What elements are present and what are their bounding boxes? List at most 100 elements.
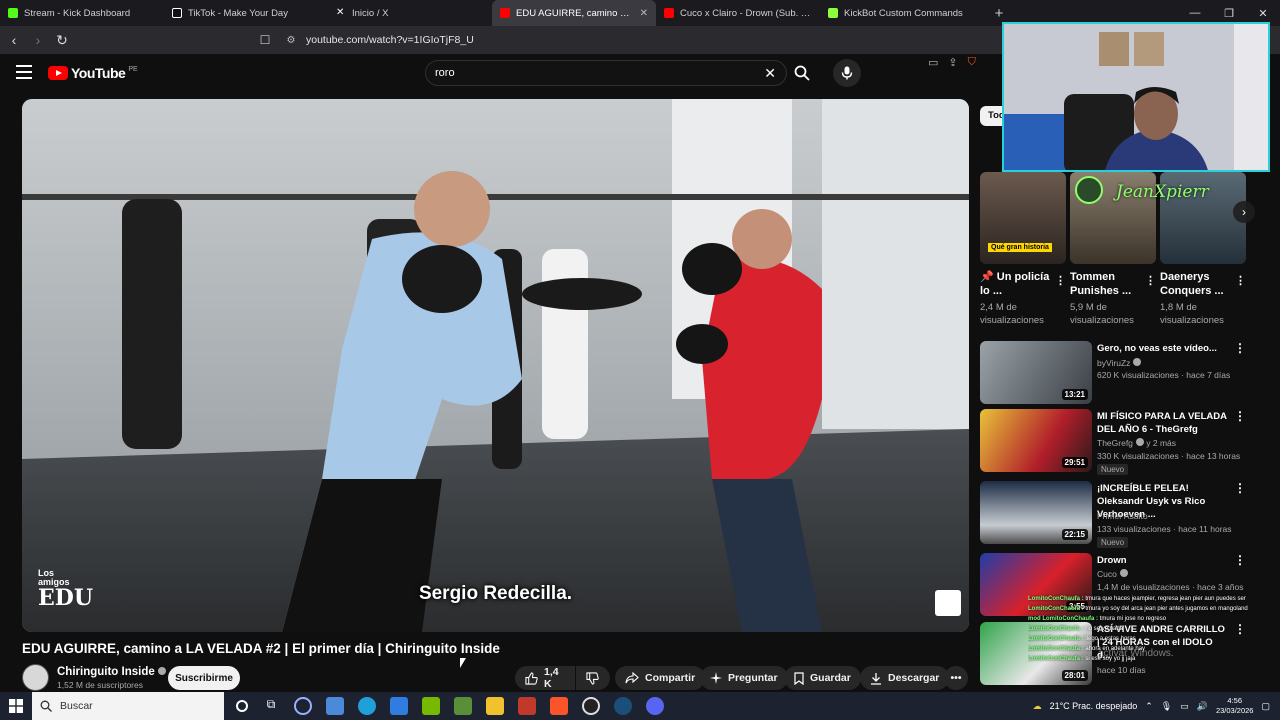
nvidia-icon[interactable]	[422, 697, 440, 715]
like-button[interactable]: 1,4 K	[515, 666, 575, 690]
recommended-video[interactable]: 13:21 Gero, no veas este vídeo... byViru…	[980, 341, 1250, 405]
url-text: youtube.com/watch?v=1IGIoTjF8_U	[306, 34, 474, 46]
tab-youtube-drown[interactable]: Cuco x Clairo - Drown (Sub. Español)	[656, 0, 820, 26]
obs-icon[interactable]	[582, 697, 600, 715]
store-icon[interactable]	[326, 697, 344, 715]
chat-text: llego a estas horas	[1085, 636, 1136, 642]
mouse-cursor-icon	[460, 658, 466, 668]
channel-name-text: Chiringuito Inside	[57, 666, 155, 678]
branding-logo[interactable]	[935, 590, 961, 616]
more-vertical-icon[interactable]: ⋮	[1234, 553, 1246, 567]
chevron-right-icon[interactable]: ›	[1233, 201, 1255, 223]
search-input[interactable]: roro ✕	[425, 60, 787, 86]
save-button[interactable]: Guardar	[784, 666, 861, 690]
windows-taskbar: Buscar ⧉ ☁ 21°C Prac. despejado ⌃ 🎙 ▭ 🔊 …	[0, 692, 1280, 720]
search-button[interactable]	[788, 60, 816, 86]
short-title: Daenerys Conquers ...	[1160, 271, 1224, 297]
network-icon[interactable]: ▭	[1180, 701, 1189, 712]
webcam-overlay	[1002, 22, 1270, 172]
chevron-up-icon[interactable]: ⌃	[1145, 701, 1153, 712]
short-views: 2,4 M de visualizaciones	[980, 302, 1044, 326]
clear-search-icon[interactable]: ✕	[764, 65, 776, 82]
verified-icon	[1119, 569, 1128, 577]
tab-youtube-edu-aguirre[interactable]: EDU AGUIRRE, camino a LA VELADA ✕	[492, 0, 656, 26]
file-explorer-icon[interactable]	[486, 697, 504, 715]
back-icon[interactable]: ‹	[4, 30, 24, 50]
minecraft-icon[interactable]	[454, 697, 472, 715]
video-frame	[22, 99, 969, 632]
video-meta: 1,4 M de visualizaciones · hace 3 años	[1097, 582, 1244, 592]
bookmark-icon[interactable]: ☐	[256, 33, 274, 47]
channel-name: TheGrefg y 2 más	[1097, 438, 1176, 448]
more-vertical-icon[interactable]: ⋮	[1235, 274, 1246, 287]
microphone-icon[interactable]: 🎙	[1161, 701, 1172, 712]
address-bar[interactable]: ☐ ⚙ youtube.com/watch?v=1IGIoTjF8_U	[256, 29, 996, 51]
taskbar-search[interactable]: Buscar	[32, 692, 224, 720]
recommended-video[interactable]: 29:51 MI FÍSICO PARA LA VELADA DEL AÑO 6…	[980, 409, 1250, 475]
ask-button[interactable]: Preguntar	[700, 666, 788, 690]
chat-message: LomitoConChaufa : llego a estas horas	[1028, 634, 1268, 644]
share-button[interactable]: Compartir	[615, 666, 706, 690]
start-button[interactable]	[0, 692, 32, 720]
channel-avatar[interactable]	[22, 664, 49, 691]
short-views: 1,8 M de visualizaciones	[1160, 302, 1224, 326]
more-vertical-icon[interactable]: ⋮	[1234, 409, 1246, 423]
reload-icon[interactable]: ↻	[52, 30, 72, 50]
video-title: Gero, no veas este vídeo...	[1097, 343, 1217, 354]
short-views: 5,9 M de visualizaciones	[1070, 302, 1134, 326]
edge-icon[interactable]	[358, 697, 376, 715]
brave-icon[interactable]	[550, 697, 568, 715]
more-vertical-icon[interactable]: ⋮	[1234, 481, 1246, 495]
task-view-icon[interactable]	[236, 700, 248, 712]
discord-icon[interactable]	[646, 697, 664, 715]
more-vertical-icon[interactable]: ⋮	[1055, 274, 1066, 287]
download-label: Descargar	[888, 672, 940, 684]
short-item[interactable]: Qué gran historia 📌 Un policía lo ... 2,…	[980, 172, 1066, 327]
site-info-icon[interactable]: ⚙	[280, 35, 302, 46]
tab-tiktok[interactable]: TikTok - Make Your Day	[164, 0, 328, 26]
chat-user: LomitoConChaufa :	[1028, 646, 1084, 652]
tab-kickbot[interactable]: KickBot Custom Commands	[820, 0, 984, 26]
chat-message: LomitoConChaufa : tmura yo soy del arca …	[1028, 604, 1268, 614]
close-tab-icon[interactable]: ✕	[640, 8, 648, 19]
system-tray: ☁ 21°C Prac. despejado ⌃ 🎙 ▭ 🔊 4:56 23/0…	[1033, 692, 1280, 720]
video-player[interactable]: Los amigos EDU Sergio Redecilla.	[22, 99, 969, 632]
steam-icon[interactable]	[614, 697, 632, 715]
chat-message: LomitoConChaufa : no se ve nada	[1028, 624, 1268, 634]
video-thumbnail[interactable]: 22:15	[980, 481, 1092, 544]
video-meta: hace 10 días	[1097, 665, 1146, 675]
channel-name-text: Cuco	[1097, 569, 1117, 579]
video-thumbnail[interactable]: 13:21	[980, 341, 1092, 404]
more-vertical-icon[interactable]: ⋮	[1145, 274, 1156, 287]
more-horizontal-icon: •••	[950, 672, 962, 684]
search-icon	[794, 65, 810, 81]
youtube-logo[interactable]: YouTube PE	[48, 65, 138, 81]
channel-name[interactable]: Chiringuito Inside	[57, 666, 166, 678]
recommended-video[interactable]: 22:15 ¡INCREÍBLE PELEA! Oleksandr Usyk v…	[980, 481, 1250, 548]
mail-icon[interactable]	[390, 697, 408, 715]
video-thumbnail[interactable]: 29:51	[980, 409, 1092, 472]
streamer-name: JeanXpierr	[1116, 182, 1209, 202]
tab-x[interactable]: ✕ Inicio / X	[328, 0, 492, 26]
app-icon[interactable]	[518, 697, 536, 715]
multitask-icon[interactable]: ⧉	[262, 697, 280, 715]
subscribe-button[interactable]: Suscribirme	[168, 666, 240, 690]
notifications-icon[interactable]: ▢	[1261, 701, 1270, 712]
new-tab-button[interactable]: +	[988, 2, 1010, 24]
clock[interactable]: 4:56 23/03/2026	[1216, 696, 1254, 716]
voice-search-button[interactable]	[833, 59, 861, 87]
tab-kick-dashboard[interactable]: Stream - Kick Dashboard	[0, 0, 164, 26]
more-actions-button[interactable]: •••	[944, 666, 968, 690]
webcam-feed	[1004, 24, 1268, 170]
verified-icon	[157, 667, 166, 675]
forward-icon[interactable]: ›	[28, 30, 48, 50]
dislike-button[interactable]	[576, 666, 610, 690]
speedtest-icon[interactable]	[294, 697, 312, 715]
more-vertical-icon[interactable]: ⋮	[1234, 341, 1246, 355]
chat-text: tmura yo soy del arca jean pier antes ju…	[1085, 606, 1248, 612]
volume-icon[interactable]: 🔊	[1197, 701, 1208, 712]
short-thumbnail[interactable]: Qué gran historia	[980, 172, 1066, 264]
menu-icon[interactable]	[16, 65, 32, 79]
weather-text[interactable]: 21°C Prac. despejado	[1050, 701, 1138, 711]
download-button[interactable]: Descargar	[860, 666, 950, 690]
